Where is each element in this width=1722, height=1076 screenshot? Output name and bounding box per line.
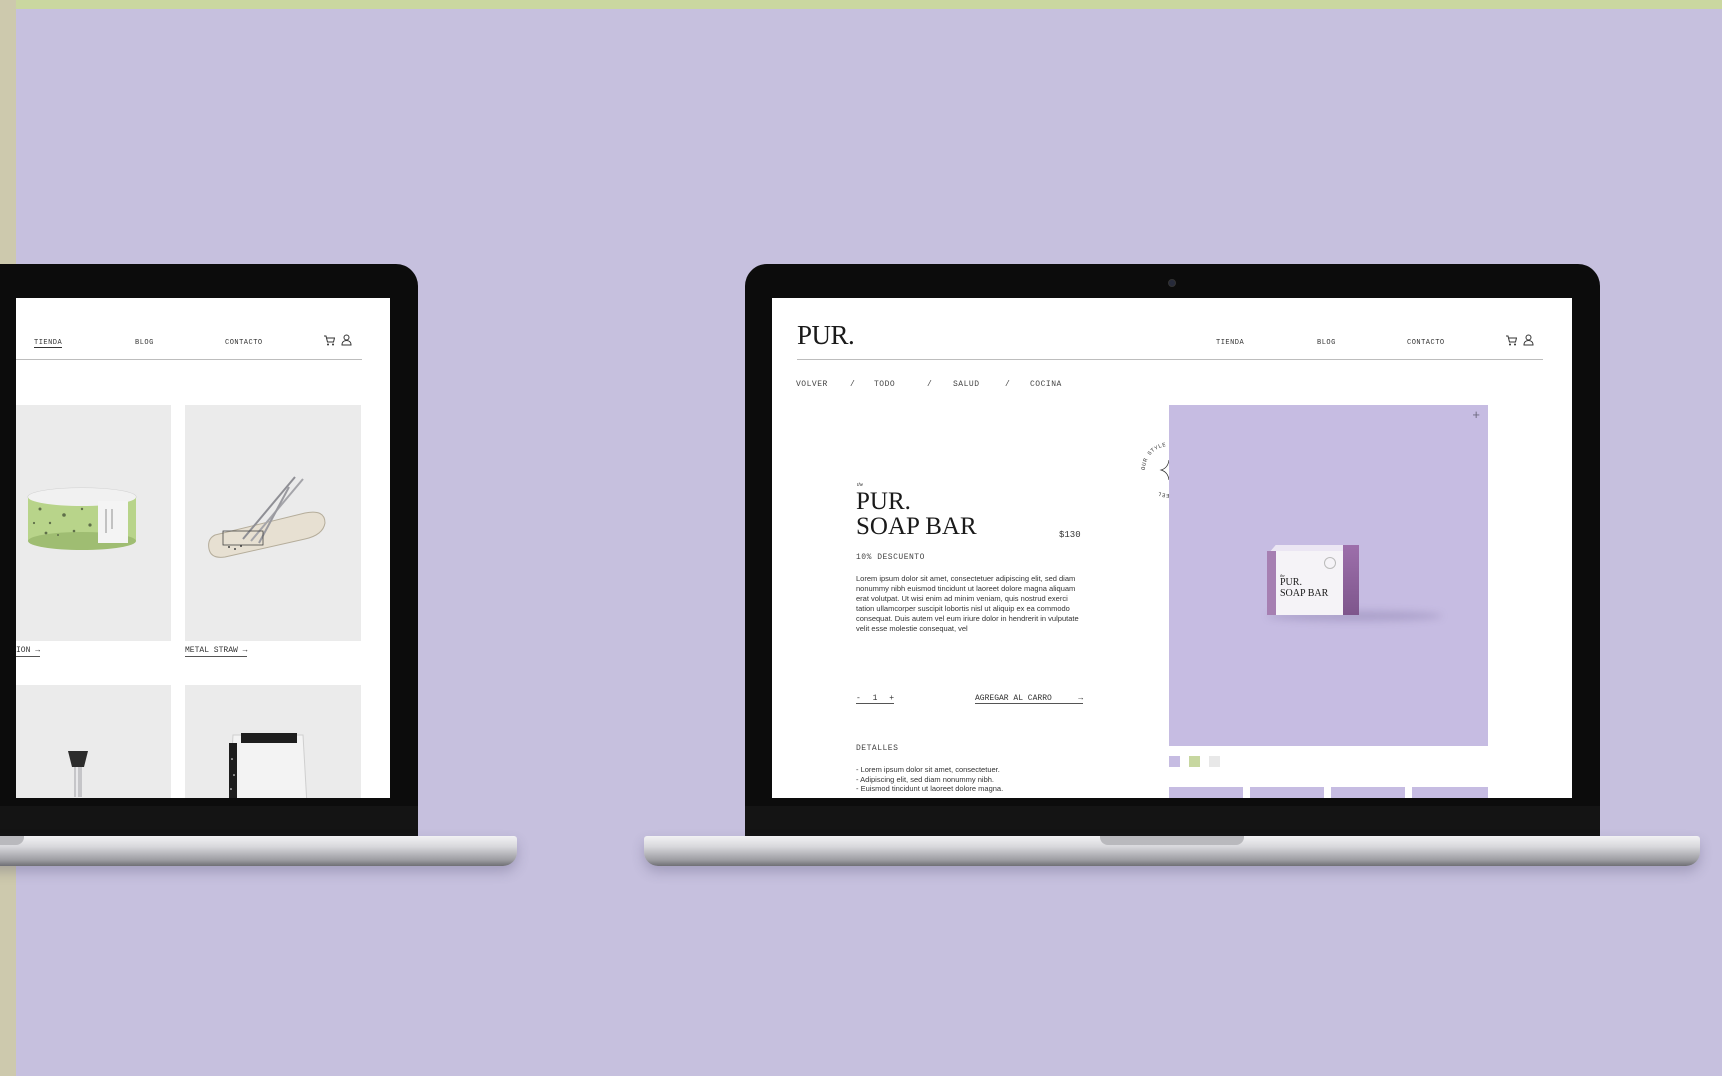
product-image[interactable] [185,685,361,798]
product-image[interactable] [16,405,171,641]
zoom-icon[interactable]: + [1472,407,1480,422]
qty-value: 1 [872,694,878,703]
thumbnail[interactable] [1250,787,1324,798]
breadcrumb-cocina[interactable]: COCINA [1030,380,1062,389]
metal-straw-image [208,476,326,558]
box-label-line1: PUR. [1280,577,1302,588]
qty-decrement-button[interactable]: - [856,694,861,703]
thumbnail[interactable] [1412,787,1488,798]
product-caption[interactable]: ION → [16,646,41,657]
soap-box-side [1343,545,1359,615]
nav-divider [16,359,362,360]
base-notch [1100,836,1244,845]
add-to-cart-label: AGREGAR AL CARRO [975,694,1052,703]
box-emblem-icon [1324,557,1336,569]
product-description: Lorem ipsum dolor sit amet, consectetuer… [856,574,1079,633]
nav-tienda[interactable]: TIENDA [1216,339,1244,347]
list-item: - Euismod tincidunt ut laoreet dolore ma… [856,784,1004,793]
product-title-line1: PUR. [856,488,911,515]
base-notch [0,836,24,845]
nav-divider [797,359,1543,360]
breadcrumb-separator: / [1005,380,1011,389]
product-price: $130 [1059,530,1081,540]
product-image[interactable] [185,405,361,641]
camera-icon [1168,279,1176,287]
qty-increment-button[interactable]: + [889,694,894,703]
list-item: - Lorem ipsum dolor sit amet, consectetu… [856,765,1000,774]
breadcrumb-salud[interactable]: SALUD [953,380,980,389]
details-list: - Lorem ipsum dolor sit amet, consectetu… [856,765,1003,794]
arrow-icon: → [35,646,41,655]
discount-label: 10% DESCUENTO [856,553,925,562]
color-swatch-lavender[interactable] [1169,756,1180,767]
pouch-image [228,733,308,798]
user-icon[interactable] [341,334,352,346]
soap-box-front: the PUR. SOAP BAR [1267,551,1343,615]
breadcrumb-separator: / [927,380,933,389]
add-to-cart-button[interactable]: AGREGAR AL CARRO → [975,694,1083,704]
product-image[interactable] [16,685,171,798]
thumbnail[interactable] [1169,787,1243,798]
logo[interactable]: PUR. [797,320,855,351]
cart-icon[interactable] [1505,335,1517,346]
product-label: METAL STRAW [185,646,238,655]
box-label-line2: SOAP BAR [1280,588,1329,599]
top-accent-strip [0,0,1722,9]
thumbnail[interactable] [1331,787,1405,798]
user-icon[interactable] [1523,334,1534,346]
product-label: ION [16,646,31,655]
product-main-image[interactable]: + the PUR. SOAP BAR [1169,405,1488,746]
soap-wrap-image [27,487,137,550]
breadcrumb-todo[interactable]: TODO [874,380,895,389]
quantity-stepper[interactable]: - 1 + [856,694,894,704]
breadcrumb-separator: / [850,380,856,389]
cart-icon[interactable] [323,335,335,346]
color-swatch-light[interactable] [1209,756,1220,767]
right-laptop-base [644,836,1700,866]
left-laptop-screen: TIENDA BLOG CONTACTO ION → METAL STRAW → [16,298,390,798]
left-laptop-base [0,836,517,866]
right-laptop-screen: PUR. TIENDA BLOG CONTACTO VOLVER / TODO … [772,298,1572,798]
nav-blog[interactable]: BLOG [135,339,154,347]
arrow-icon: → [1078,694,1083,703]
list-item: - Adipiscing elit, sed diam nonummy nibh… [856,774,994,784]
nav-tienda[interactable]: TIENDA [34,339,63,348]
arrow-icon: → [242,646,248,655]
product-title-line2: SOAP BAR [856,513,977,540]
breadcrumb-back[interactable]: VOLVER [796,380,828,389]
nav-contacto[interactable]: CONTACTO [1407,339,1445,347]
brush-image [68,751,88,797]
color-swatch-green[interactable] [1189,756,1200,767]
details-heading: DETALLES [856,744,899,753]
nav-contacto[interactable]: CONTACTO [225,339,263,347]
product-caption[interactable]: METAL STRAW → [185,646,248,657]
nav-blog[interactable]: BLOG [1317,339,1336,347]
